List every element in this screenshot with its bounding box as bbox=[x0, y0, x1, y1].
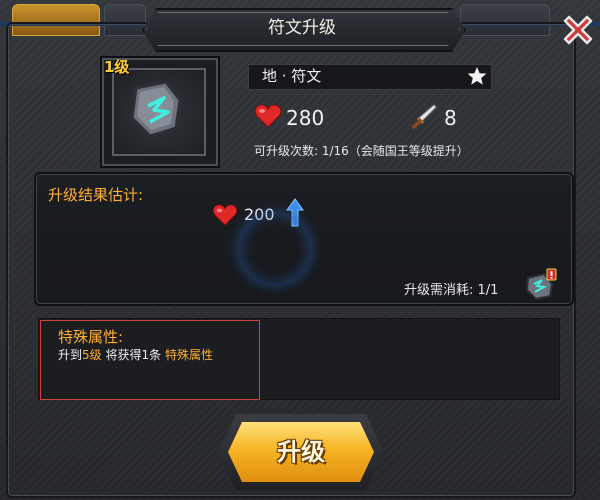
page-title: 符文升级 bbox=[268, 18, 336, 38]
rune-stone-icon bbox=[130, 80, 182, 138]
upgrade-button[interactable]: 升级 bbox=[218, 414, 384, 490]
item-name: 地 · 符文 bbox=[262, 67, 322, 85]
heart-icon bbox=[254, 104, 282, 128]
cost-label: 升级需消耗: 1/1 bbox=[404, 283, 499, 298]
close-icon bbox=[563, 15, 593, 45]
sword-icon bbox=[412, 104, 437, 129]
item-slot[interactable] bbox=[112, 68, 206, 156]
close-button[interactable] bbox=[558, 10, 598, 50]
result-title: 升级结果估计: bbox=[48, 186, 144, 204]
loading-ring bbox=[240, 214, 310, 284]
special-attribute-line: 升到5级 将获得1条 特殊属性 bbox=[58, 346, 213, 363]
special-line-mid: 将获得1条 bbox=[105, 348, 162, 362]
star-icon[interactable] bbox=[466, 65, 488, 87]
rune-stone-icon[interactable] bbox=[522, 268, 558, 302]
heart-icon bbox=[212, 204, 238, 226]
upgrade-count-text: 可升级次数: 1/16（会随国王等级提升） bbox=[254, 144, 469, 158]
special-attribute-title: 特殊属性: bbox=[58, 328, 124, 346]
special-line-level: 5级 bbox=[82, 348, 102, 362]
item-level-label: 1级 bbox=[104, 58, 130, 76]
special-line-attr: 特殊属性 bbox=[164, 348, 213, 362]
item-attack-value: 8 bbox=[444, 106, 457, 130]
special-line-prefix: 升到 bbox=[58, 348, 83, 362]
item-hp-value: 280 bbox=[286, 106, 325, 130]
